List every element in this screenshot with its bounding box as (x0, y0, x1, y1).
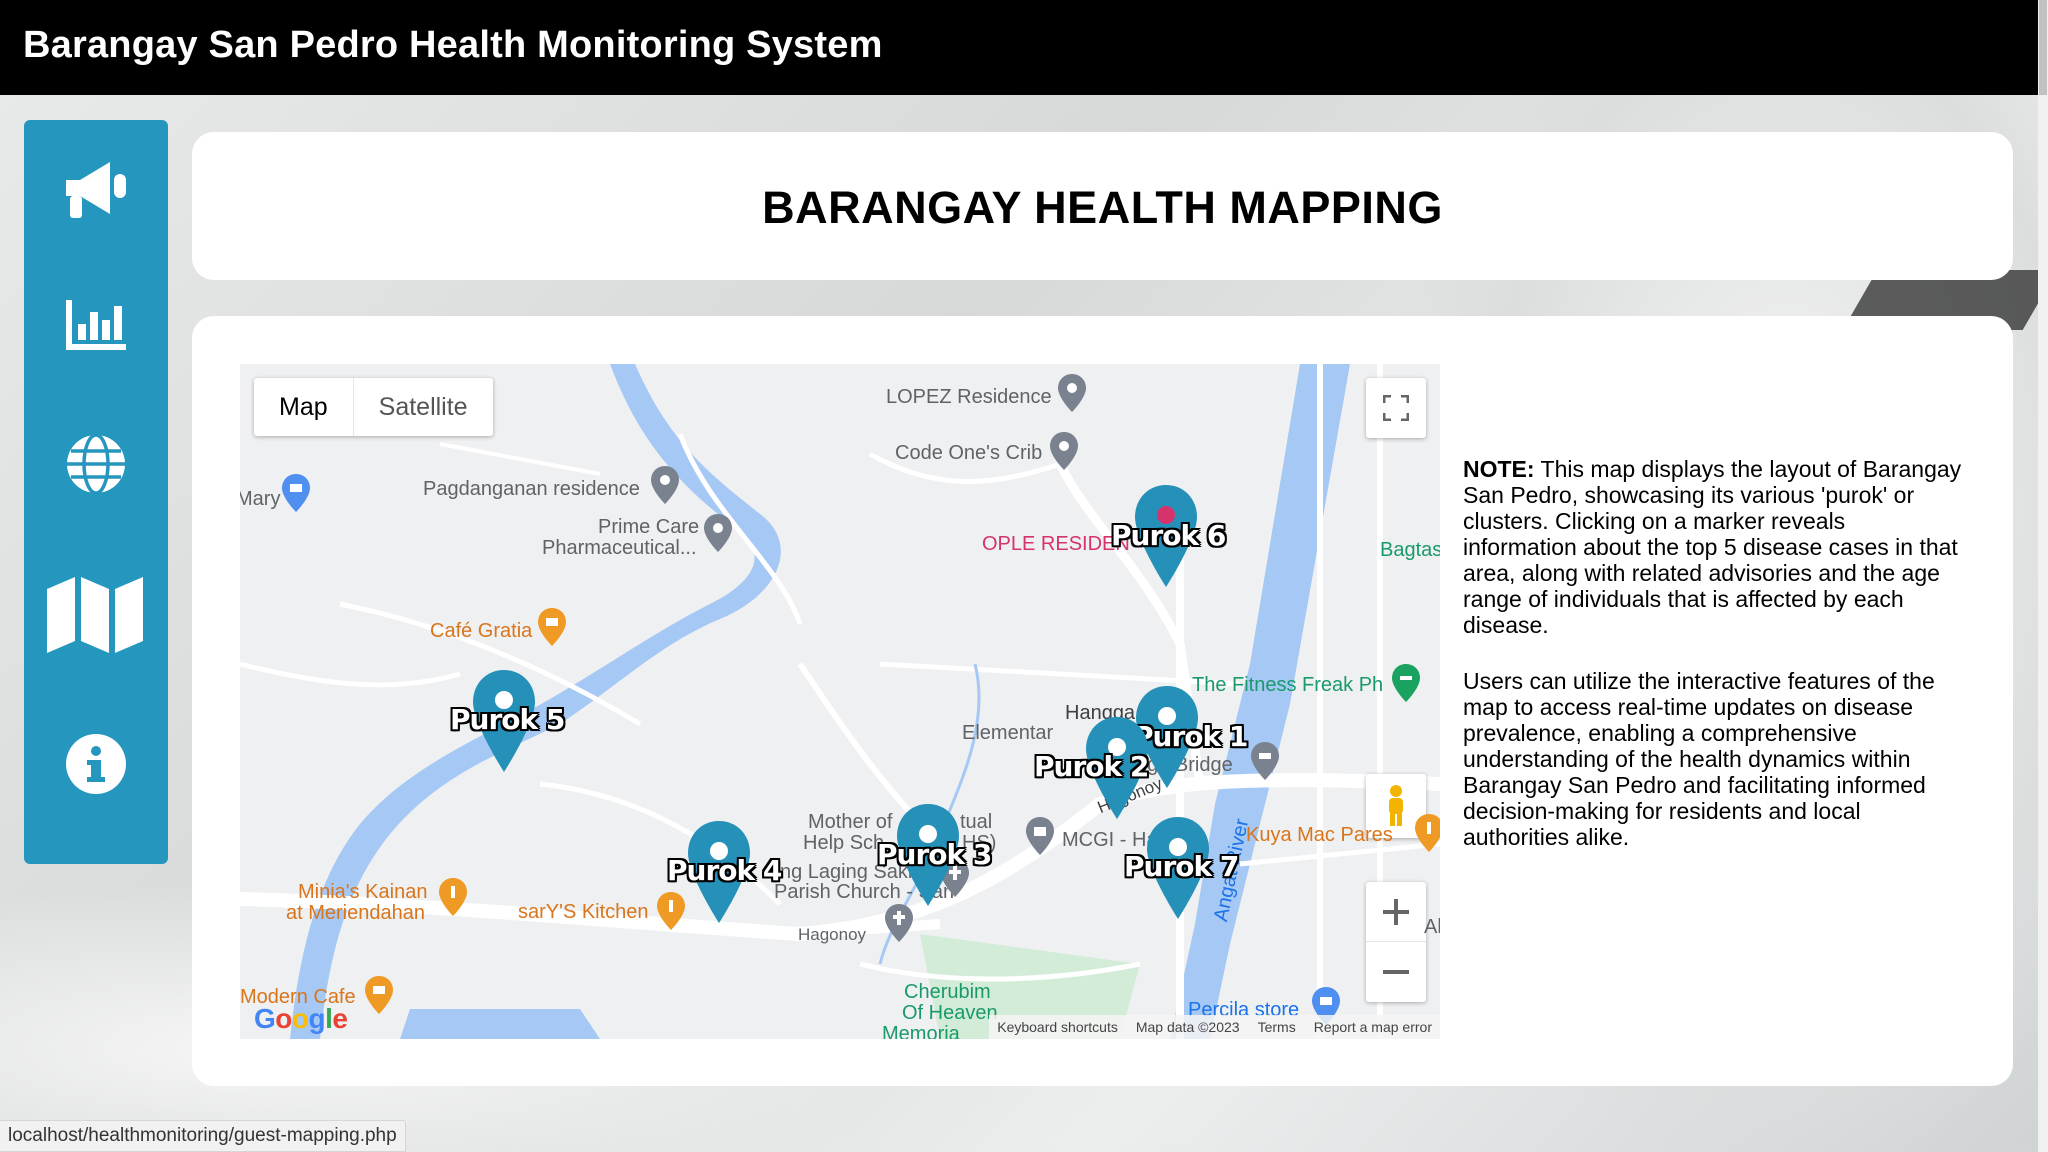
place-label: OPLE RESIDEN (982, 533, 1130, 555)
place-label: Pharmaceutical... (542, 537, 697, 559)
plus-icon (1383, 898, 1409, 925)
location-pin-icon[interactable] (1057, 374, 1087, 412)
place-label: Of Heaven (902, 1002, 998, 1024)
bar-chart-icon (66, 300, 126, 350)
sidebar-item-statistics[interactable] (24, 275, 168, 375)
sidebar (24, 120, 168, 864)
status-bar-url: localhost/healthmonitoring/guest-mapping… (0, 1120, 406, 1152)
purok-label: Purok 4 (667, 854, 782, 887)
purok-label: Purok 5 (450, 703, 565, 736)
globe-icon (67, 433, 125, 495)
pegman-icon (1389, 785, 1403, 826)
info-icon (66, 734, 126, 794)
sidebar-item-about[interactable] (24, 714, 168, 814)
satellite-view-button[interactable]: Satellite (352, 378, 493, 436)
purok-label: Purok 2 (1034, 750, 1149, 783)
purok-label: Purok 7 (1124, 850, 1239, 883)
app-title: Barangay San Pedro Health Monitoring Sys… (23, 24, 883, 66)
place-label: MCGI - Ha (1062, 829, 1158, 851)
place-label: Pagdanganan residence (423, 478, 640, 500)
place-label: Al (1424, 916, 1440, 938)
place-label: Minia's Kainan (298, 881, 428, 903)
restaurant-pin-icon[interactable] (656, 892, 686, 930)
shop-pin-icon[interactable] (281, 474, 311, 512)
page-header-card: BARANGAY HEALTH MAPPING (192, 132, 2013, 280)
zoom-in-button[interactable] (1366, 882, 1426, 942)
road-label: Hagonoy (798, 925, 867, 944)
note-label: NOTE: (1463, 456, 1535, 482)
note-paragraph-2: Users can utilize the interactive featur… (1463, 668, 1935, 850)
purok-label: Purok 6 (1111, 519, 1226, 552)
place-label: Mary (240, 488, 281, 510)
church-pin-icon[interactable] (884, 904, 914, 942)
place-label: Code One's Crib (895, 442, 1043, 464)
place-label: The Fitness Freak Ph (1192, 674, 1384, 696)
place-label: Prime Care (598, 516, 700, 538)
location-pin-icon[interactable] (650, 466, 680, 504)
sidebar-item-global[interactable] (24, 414, 168, 514)
top-bar: Barangay San Pedro Health Monitoring Sys… (0, 0, 2038, 95)
restaurant-pin-icon[interactable] (1414, 814, 1440, 852)
terms-link[interactable]: Terms (1258, 1019, 1296, 1035)
megaphone-icon (66, 162, 126, 218)
place-label: Mother of (808, 811, 893, 833)
place-label: sarY'S Kitchen (518, 901, 649, 923)
purok-label: Purok 3 (877, 838, 992, 871)
zoom-control (1366, 882, 1426, 1002)
place-label: at Meriendahan (286, 902, 425, 924)
sidebar-item-announcements[interactable] (24, 140, 168, 240)
map-note: NOTE: This map displays the layout of Ba… (1463, 456, 1963, 880)
place-label: Memoria (882, 1023, 960, 1039)
note-paragraph-1: NOTE: This map displays the layout of Ba… (1463, 456, 1963, 638)
minus-icon (1383, 970, 1409, 974)
location-pin-icon[interactable] (1250, 742, 1280, 780)
map-data-text: Map data ©2023 (1135, 1019, 1240, 1035)
location-pin-icon[interactable] (703, 514, 733, 552)
page-title: BARANGAY HEALTH MAPPING (762, 182, 1443, 233)
sidebar-item-mapping[interactable] (24, 564, 168, 664)
scrollbar-thumb[interactable] (2039, 0, 2047, 95)
place-label: Cherubim (904, 981, 991, 1003)
place-label: LOPEZ Residence (886, 386, 1052, 408)
place-label: Bagtas (1380, 539, 1440, 561)
gym-pin-icon[interactable] (1391, 664, 1421, 702)
church-pin-icon[interactable] (1025, 817, 1055, 855)
location-pin-icon[interactable] (1049, 432, 1079, 470)
keyboard-shortcuts-link[interactable]: Keyboard shortcuts (997, 1019, 1118, 1035)
page-scrollbar[interactable] (2038, 0, 2048, 1152)
fullscreen-button[interactable] (1366, 378, 1426, 438)
map-icon (47, 577, 143, 653)
place-label: Café Gratia (430, 620, 533, 642)
cafe-pin-icon[interactable] (537, 608, 567, 646)
note-text-1: This map displays the layout of Barangay… (1463, 456, 1962, 638)
report-error-link[interactable]: Report a map error (1314, 1019, 1432, 1035)
restaurant-pin-icon[interactable] (438, 878, 468, 916)
fullscreen-icon (1383, 395, 1409, 421)
map-footer: Keyboard shortcuts Map data ©2023 Terms … (989, 1015, 1440, 1039)
google-logo[interactable]: Google (254, 1003, 348, 1035)
place-label: Help Sch (803, 832, 885, 854)
map-type-control: Map Satellite (254, 378, 493, 436)
map-view-button[interactable]: Map (254, 378, 353, 436)
place-label: Elementar (962, 722, 1054, 744)
place-label: tual (960, 811, 993, 833)
zoom-out-button[interactable] (1366, 942, 1426, 1002)
purok-label: Purok 1 (1133, 720, 1248, 753)
cafe-pin-icon[interactable] (364, 976, 394, 1014)
place-label: Kuya Mac Pares (1246, 824, 1393, 846)
health-map[interactable]: Map Satellite LOPEZ Residence Code One's… (240, 364, 1440, 1039)
